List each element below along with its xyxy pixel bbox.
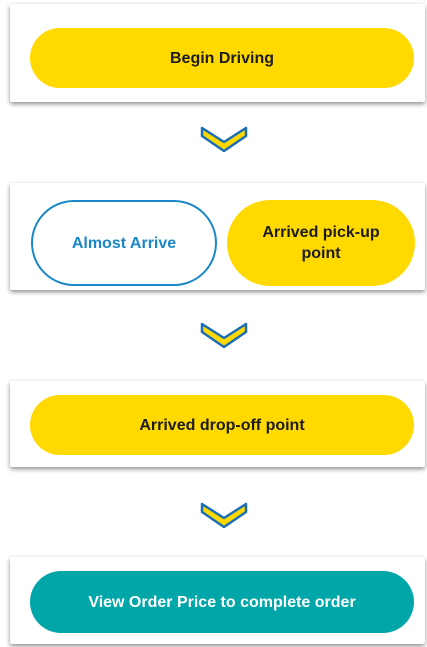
step-card-complete: View Order Price to complete order — [10, 557, 425, 644]
arrived-dropoff-button[interactable]: Arrived drop-off point — [30, 395, 414, 455]
driving-flow: Begin Driving Almost Arrive Arrived pick… — [0, 0, 427, 647]
view-order-price-button[interactable]: View Order Price to complete order — [30, 571, 414, 633]
chevron-down-icon — [200, 126, 248, 153]
begin-driving-label: Begin Driving — [169, 49, 274, 67]
arrived-pickup-button[interactable]: Arrived pick-up point — [227, 200, 415, 286]
almost-arrive-button[interactable]: Almost Arrive — [31, 200, 217, 286]
begin-driving-button[interactable]: Begin Driving — [30, 28, 414, 88]
almost-arrive-label: Almost Arrive — [71, 234, 177, 252]
arrived-dropoff-label: Arrived drop-off point — [139, 416, 305, 434]
view-order-price-label: View Order Price to complete order — [88, 593, 356, 611]
step-card-dropoff: Arrived drop-off point — [10, 381, 425, 467]
chevron-down-icon — [200, 502, 248, 529]
step-card-begin: Begin Driving — [10, 4, 425, 102]
step-card-pickup: Almost Arrive Arrived pick-up point — [10, 183, 425, 290]
chevron-down-icon — [200, 322, 248, 349]
arrived-pickup-label: Arrived pick-up point — [262, 224, 380, 262]
